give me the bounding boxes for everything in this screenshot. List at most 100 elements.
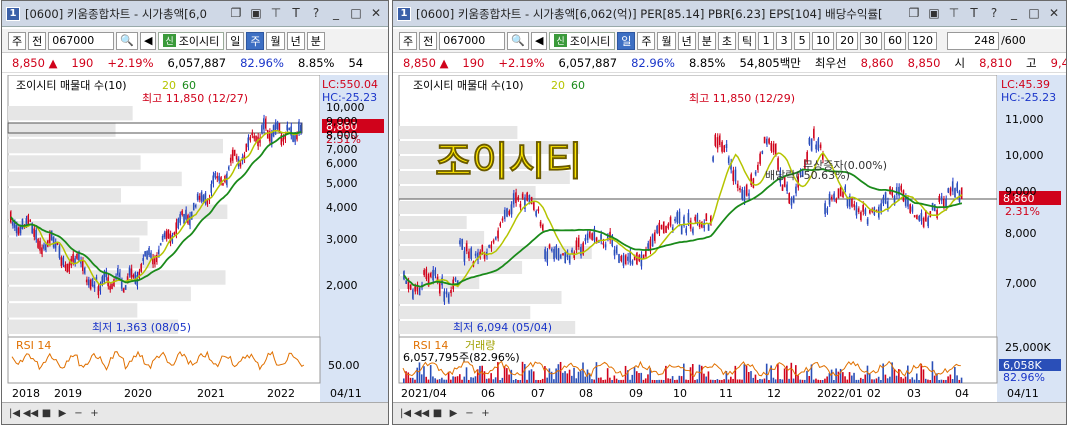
- interval-1[interactable]: 1: [758, 31, 775, 50]
- candle: [418, 287, 421, 296]
- right-chart[interactable]: 조이시티 매물대 수(10) 20 60 조이시티 LC:45.39 HC:-2…: [393, 75, 1066, 403]
- left-chart[interactable]: 조이시티 매물대 수(10) 20 60 LC:550.04 HC:-25.23…: [2, 75, 388, 403]
- interval-20[interactable]: 20: [836, 31, 859, 50]
- zoom-minus-icon[interactable]: −: [463, 407, 476, 420]
- candle: [734, 169, 737, 182]
- stop-icon[interactable]: ■: [40, 407, 53, 420]
- interval-3[interactable]: 3: [776, 31, 793, 50]
- candle: [909, 204, 911, 214]
- prev-button[interactable]: 전: [28, 31, 47, 50]
- candle: [91, 278, 94, 287]
- save-icon[interactable]: ▣: [926, 5, 942, 21]
- candle: [658, 222, 661, 234]
- volume-bar: [846, 379, 849, 383]
- candle: [517, 196, 519, 201]
- zoom-plus-icon[interactable]: +: [88, 407, 101, 420]
- volume-bar: [653, 379, 656, 383]
- profile-bar: [8, 188, 121, 203]
- volume-bar: [691, 364, 694, 383]
- candle: [263, 118, 265, 130]
- zoom-plus-icon[interactable]: +: [479, 407, 492, 420]
- candle: [510, 204, 513, 215]
- period-week[interactable]: 주: [637, 31, 656, 50]
- kind-select[interactable]: 주: [399, 31, 418, 50]
- period-month[interactable]: 월: [657, 31, 676, 50]
- rewind-icon[interactable]: ◀◀: [414, 407, 429, 420]
- first-icon[interactable]: |◀: [8, 407, 21, 420]
- period-week[interactable]: 주: [246, 31, 265, 50]
- maximize-icon[interactable]: □: [1026, 5, 1042, 21]
- stop-icon[interactable]: ■: [431, 407, 444, 420]
- volume-bar: [951, 379, 954, 383]
- minimize-icon[interactable]: _: [1006, 5, 1022, 21]
- right-bottom-bar: |◀ ◀◀ ■ ▶ − +: [393, 402, 1066, 424]
- text-icon[interactable]: T: [288, 5, 304, 21]
- count-input[interactable]: 248: [947, 31, 1000, 50]
- period-minute[interactable]: 분: [306, 31, 325, 50]
- speaker-icon[interactable]: ◀: [139, 31, 157, 50]
- candle: [122, 288, 125, 293]
- period-tick[interactable]: 틱: [737, 31, 757, 50]
- search-icon[interactable]: 🔍: [507, 31, 529, 50]
- forward-icon[interactable]: ▶: [56, 407, 69, 420]
- close-icon[interactable]: ✕: [1046, 5, 1062, 21]
- candle: [483, 254, 486, 259]
- volume-bar: [573, 367, 575, 383]
- interval-120[interactable]: 120: [908, 31, 938, 50]
- zoom-minus-icon[interactable]: −: [72, 407, 85, 420]
- candle: [407, 281, 410, 289]
- rewind-icon[interactable]: ◀◀: [23, 407, 38, 420]
- text-icon[interactable]: T: [966, 5, 982, 21]
- close-icon[interactable]: ✕: [368, 5, 384, 21]
- prev-button[interactable]: 전: [419, 31, 438, 50]
- pin-icon[interactable]: ⊤: [946, 5, 962, 21]
- best-label: 최우선: [814, 55, 847, 70]
- maximize-icon[interactable]: □: [348, 5, 364, 21]
- code-input[interactable]: 067000: [439, 31, 506, 50]
- period-minute[interactable]: 분: [697, 31, 716, 50]
- pin-icon[interactable]: ⊤: [268, 5, 284, 21]
- candle: [15, 224, 18, 234]
- stock-name[interactable]: 신 조이시티: [158, 31, 225, 50]
- candle: [694, 216, 696, 221]
- period-year[interactable]: 년: [677, 31, 696, 50]
- candle: [615, 246, 618, 254]
- period-year[interactable]: 년: [286, 31, 305, 50]
- period-day[interactable]: 일: [617, 31, 636, 50]
- volume-bar: [416, 367, 419, 383]
- volume-bar: [821, 380, 824, 383]
- candle: [87, 279, 90, 286]
- code-input[interactable]: 067000: [48, 31, 115, 50]
- volume-pct-tag: 82.96%: [1003, 371, 1045, 384]
- restore-icon[interactable]: ❐: [906, 5, 922, 21]
- save-icon[interactable]: ▣: [248, 5, 264, 21]
- candle: [539, 221, 542, 227]
- volume-bar: [420, 374, 423, 383]
- search-icon[interactable]: 🔍: [116, 31, 138, 50]
- period-second[interactable]: 초: [717, 31, 736, 50]
- period-month[interactable]: 월: [266, 31, 285, 50]
- volume-bar: [705, 376, 707, 383]
- volume-bar: [855, 379, 858, 383]
- window-title: [0600] 키움종합차트 - 시가총액[6,0: [25, 6, 207, 21]
- help-icon[interactable]: ?: [308, 5, 324, 21]
- period-day[interactable]: 일: [226, 31, 245, 50]
- tick: 10,000: [1005, 149, 1044, 162]
- minimize-icon[interactable]: _: [328, 5, 344, 21]
- candle: [93, 284, 96, 289]
- interval-60[interactable]: 60: [884, 31, 907, 50]
- candle: [795, 186, 797, 194]
- kind-select[interactable]: 주: [8, 31, 27, 50]
- help-icon[interactable]: ?: [986, 5, 1002, 21]
- volume-bar: [842, 372, 844, 383]
- interval-30[interactable]: 30: [860, 31, 883, 50]
- first-icon[interactable]: |◀: [399, 407, 412, 420]
- right-titlebar[interactable]: 1 [0600] 키움종합차트 - 시가총액[6,062(억)] PER[85.…: [393, 1, 1066, 27]
- forward-icon[interactable]: ▶: [447, 407, 460, 420]
- stock-name[interactable]: 신 조이시티: [549, 31, 616, 50]
- restore-icon[interactable]: ❐: [228, 5, 244, 21]
- left-titlebar[interactable]: 1 [0600] 키움종합차트 - 시가총액[6,0 ❐ ▣ ⊤ T ? _ □…: [2, 1, 388, 27]
- interval-10[interactable]: 10: [812, 31, 835, 50]
- interval-5[interactable]: 5: [794, 31, 811, 50]
- speaker-icon[interactable]: ◀: [530, 31, 548, 50]
